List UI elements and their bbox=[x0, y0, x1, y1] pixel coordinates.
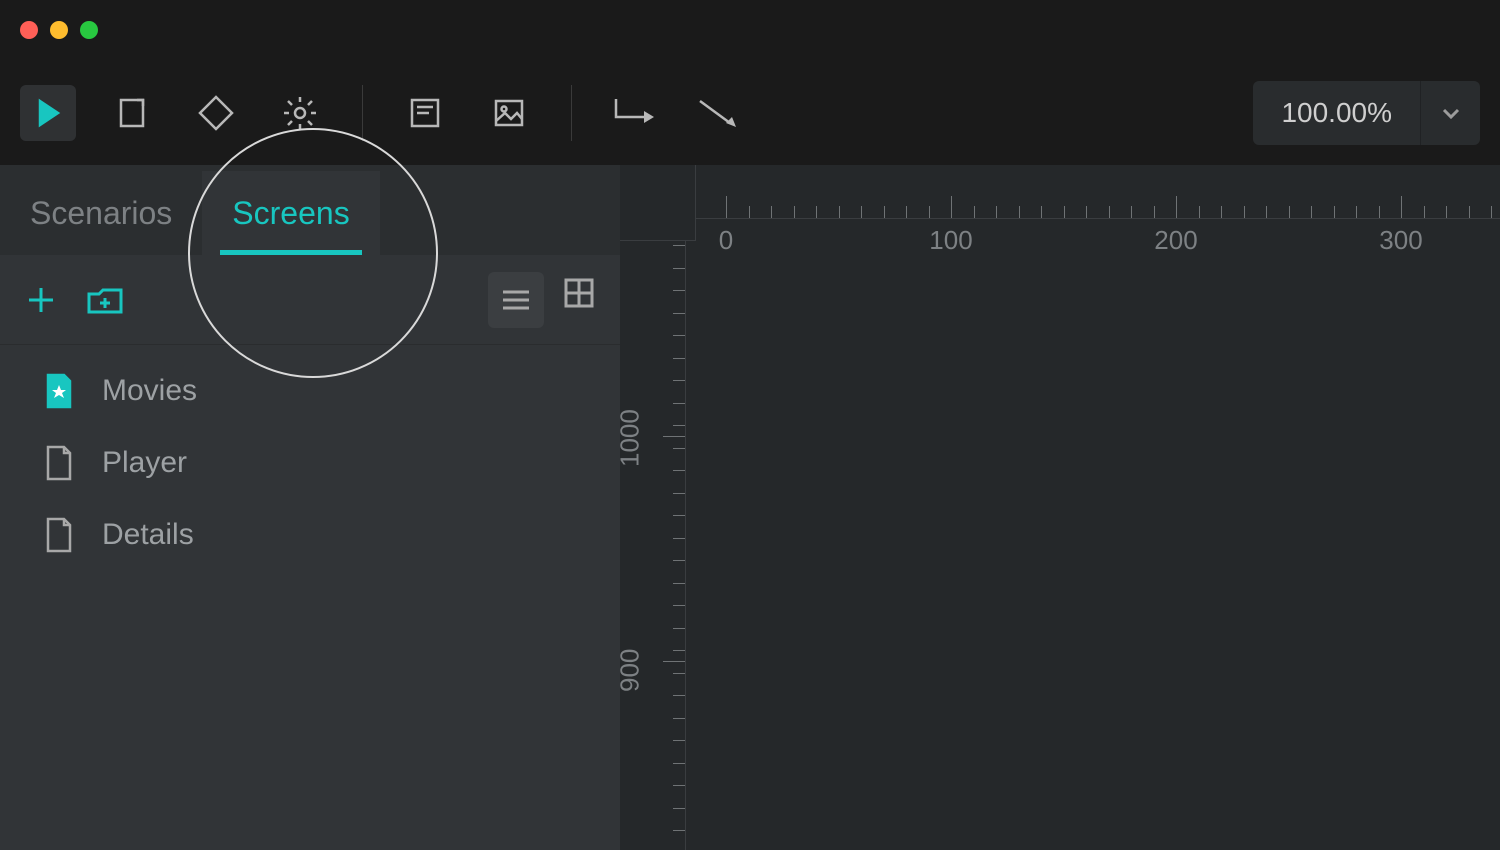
text-tool-button[interactable] bbox=[397, 85, 453, 141]
tab-label: Scenarios bbox=[30, 195, 172, 232]
titlebar bbox=[0, 0, 1500, 60]
minimize-window-button[interactable] bbox=[50, 21, 68, 39]
zoom-value[interactable]: 100.00% bbox=[1253, 97, 1420, 129]
main-area: Scenarios Screens bbox=[0, 165, 1500, 850]
close-window-button[interactable] bbox=[20, 21, 38, 39]
toolbar-separator bbox=[571, 85, 572, 141]
screen-item-details[interactable]: Details bbox=[0, 499, 620, 571]
starred-page-icon bbox=[44, 373, 74, 409]
page-icon bbox=[44, 517, 74, 553]
tab-screens[interactable]: Screens bbox=[202, 171, 379, 255]
ruler-h-label: 0 bbox=[719, 225, 733, 256]
play-tool-button[interactable] bbox=[20, 85, 76, 141]
screen-item-label: Player bbox=[102, 446, 187, 480]
grid-icon bbox=[564, 278, 594, 308]
zoom-dropdown-button[interactable] bbox=[1420, 81, 1480, 145]
toolbar-separator bbox=[362, 85, 363, 141]
zoom-window-button[interactable] bbox=[80, 21, 98, 39]
panel-toolbar bbox=[0, 255, 620, 345]
list-view-button[interactable] bbox=[488, 272, 544, 328]
ruler-v-label: 1000 bbox=[615, 409, 646, 467]
canvas-area[interactable]: 0100200300 1000900 bbox=[620, 165, 1500, 850]
gear-tool-button[interactable] bbox=[272, 85, 328, 141]
sidebar-tabs: Scenarios Screens bbox=[0, 165, 620, 255]
ruler-h-label: 300 bbox=[1379, 225, 1422, 256]
add-folder-icon bbox=[86, 284, 124, 316]
ruler-horizontal[interactable]: 0100200300 bbox=[696, 165, 1500, 241]
screen-item-player[interactable]: Player bbox=[0, 427, 620, 499]
main-toolbar: 100.00% bbox=[0, 60, 1500, 165]
diamond-tool-button[interactable] bbox=[188, 85, 244, 141]
ruler-corner bbox=[620, 165, 696, 241]
left-sidebar: Scenarios Screens bbox=[0, 165, 620, 850]
screen-item-label: Movies bbox=[102, 374, 197, 408]
line-arrow-tool-button[interactable] bbox=[690, 85, 746, 141]
ruler-vertical[interactable]: 1000900 bbox=[620, 241, 696, 850]
grid-view-button[interactable] bbox=[558, 272, 600, 314]
page-icon bbox=[44, 445, 74, 481]
image-tool-button[interactable] bbox=[481, 85, 537, 141]
elbow-arrow-tool-button[interactable] bbox=[606, 85, 662, 141]
list-icon bbox=[501, 288, 531, 312]
screen-item-movies[interactable]: Movies bbox=[0, 355, 620, 427]
add-screen-button[interactable] bbox=[20, 279, 62, 321]
plus-icon bbox=[23, 282, 59, 318]
zoom-control[interactable]: 100.00% bbox=[1253, 81, 1480, 145]
add-folder-button[interactable] bbox=[84, 279, 126, 321]
screen-item-label: Details bbox=[102, 518, 194, 552]
tab-scenarios[interactable]: Scenarios bbox=[0, 171, 202, 255]
ruler-h-label: 100 bbox=[929, 225, 972, 256]
ruler-h-label: 200 bbox=[1154, 225, 1197, 256]
page-tool-button[interactable] bbox=[104, 85, 160, 141]
ruler-v-label: 900 bbox=[615, 649, 646, 692]
chevron-down-icon bbox=[1440, 102, 1462, 124]
screens-list: Movies Player Details bbox=[0, 345, 620, 850]
tab-label: Screens bbox=[232, 195, 349, 232]
